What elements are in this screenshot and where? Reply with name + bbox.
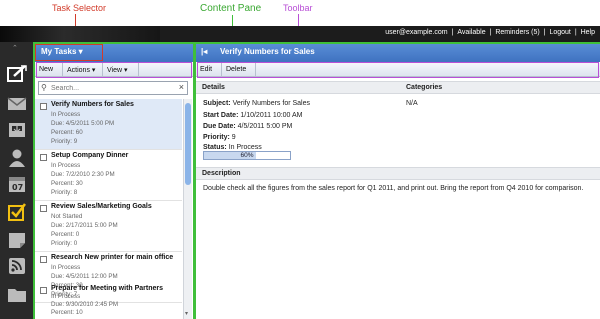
- content-pane-frame: [194, 42, 600, 319]
- top-bar: user@example.com | Available | Reminders…: [0, 26, 600, 42]
- tasks-icon[interactable]: [6, 202, 28, 222]
- reminders-link[interactable]: Reminders (5): [495, 29, 539, 36]
- inbox-icon[interactable]: [6, 120, 28, 140]
- calendar-icon[interactable]: 07: [6, 174, 28, 194]
- task-pane-frame: [33, 42, 195, 319]
- compose-icon[interactable]: [6, 64, 28, 84]
- rss-icon[interactable]: [6, 256, 28, 276]
- help-link[interactable]: Help: [581, 29, 595, 36]
- available-link[interactable]: Available: [457, 29, 485, 36]
- content-pane-annotation: Content Pane: [200, 3, 262, 14]
- chevron-up-icon[interactable]: ⌃: [12, 44, 22, 52]
- app-rail: ⌃ 07: [0, 42, 34, 319]
- top-links: user@example.com | Available | Reminders…: [385, 29, 595, 36]
- notes-icon[interactable]: [6, 230, 28, 250]
- app-logo: [0, 26, 160, 42]
- toolbar-annotation: Toolbar: [283, 3, 313, 13]
- logout-link[interactable]: Logout: [549, 29, 570, 36]
- mail-icon[interactable]: [6, 94, 28, 114]
- contacts-icon[interactable]: [6, 148, 28, 168]
- svg-text:07: 07: [12, 183, 23, 192]
- folder-icon[interactable]: [6, 284, 28, 304]
- user-email: user@example.com: [385, 29, 448, 36]
- task-selector-annotation: Task Selector: [52, 3, 107, 13]
